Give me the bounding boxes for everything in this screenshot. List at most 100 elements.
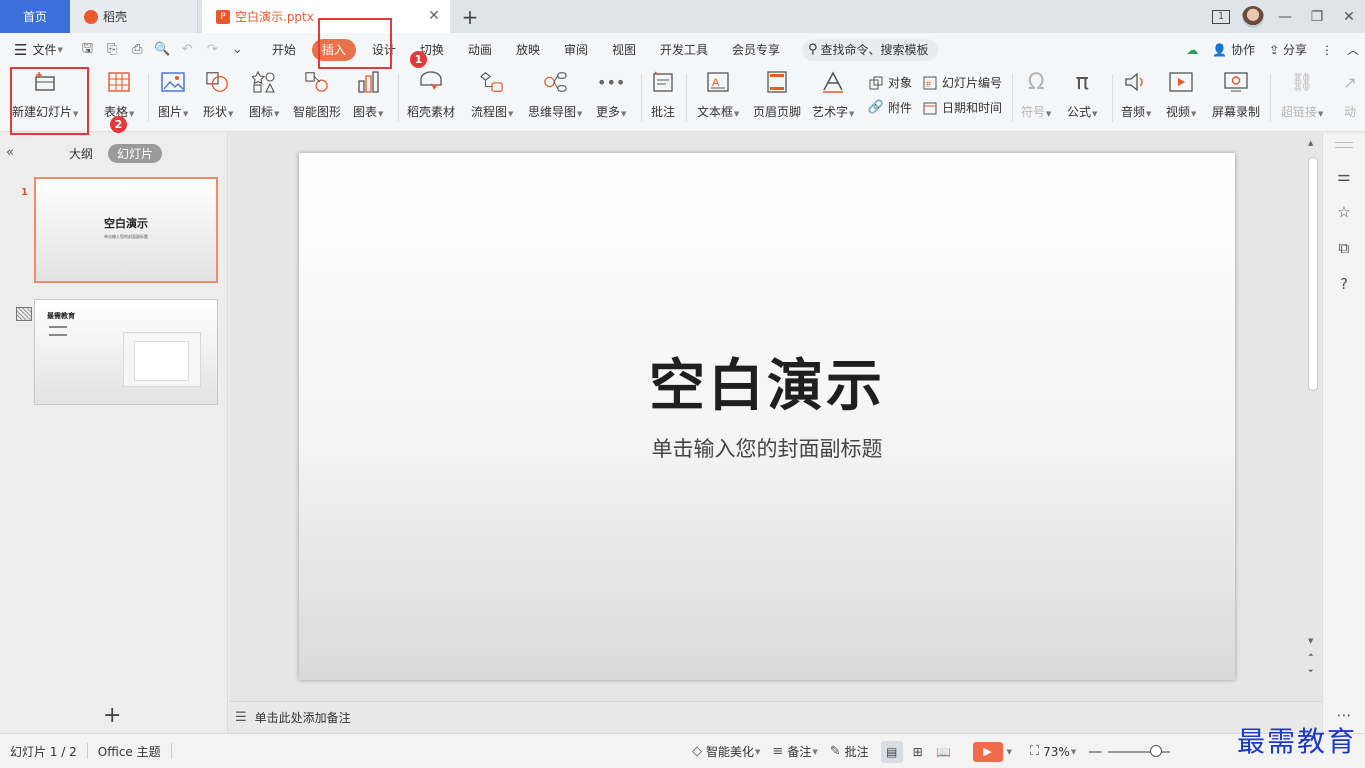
play-slideshow-button[interactable]: ▶	[972, 741, 1003, 762]
help-icon[interactable]: ?	[1334, 274, 1354, 294]
new-tab-button[interactable]: +	[450, 0, 490, 33]
previous-slide-icon[interactable]: ⏶	[1308, 651, 1314, 660]
chart-button[interactable]: 图表▼	[353, 70, 383, 120]
symbol-label: 符号	[1021, 105, 1046, 119]
smart-graphic-button[interactable]: 智能图形	[293, 70, 341, 120]
slide-subtitle-placeholder[interactable]: 单击输入您的封面副标题	[299, 433, 1235, 463]
share-button[interactable]: ⇪ 分享	[1269, 41, 1307, 58]
audio-button[interactable]: 音频▼	[1121, 70, 1151, 120]
user-avatar[interactable]	[1237, 0, 1269, 33]
save-icon[interactable]: 🖫	[75, 39, 100, 61]
action-button[interactable]: ↗ 动	[1338, 70, 1362, 120]
screen-record-button[interactable]: 屏幕录制	[1212, 70, 1260, 120]
slide-thumbnail-2[interactable]: 最需教育	[34, 299, 218, 405]
object-icon	[868, 75, 884, 91]
daoke-material-button[interactable]: 稻壳素材	[407, 70, 455, 120]
slideshow-dropdown-icon[interactable]: ▼	[1007, 748, 1012, 756]
redo-icon[interactable]: ↷	[200, 42, 225, 57]
icon-button[interactable]: 图标▼	[249, 70, 279, 120]
collapse-ribbon-icon[interactable]: ︿	[1347, 41, 1359, 58]
table-button[interactable]: 表格▼	[104, 70, 134, 120]
video-button[interactable]: 视频▼	[1166, 70, 1196, 120]
more-button[interactable]: ••• 更多▼	[596, 70, 626, 120]
drag-handle-icon[interactable]	[1335, 142, 1353, 148]
close-tab-icon[interactable]: ✕	[426, 8, 442, 24]
object-button[interactable]: 对象	[868, 74, 912, 91]
close-window-button[interactable]: ✕	[1333, 0, 1365, 33]
tab-home[interactable]: 首页	[0, 0, 70, 33]
tab-outline[interactable]: 大纲	[69, 144, 93, 163]
vertical-scrollbar[interactable]: ▲ ▼ ⏶ ⏷	[1306, 133, 1318, 701]
shape-button[interactable]: 形状▼	[203, 70, 233, 120]
header-footer-button[interactable]: 页眉页脚	[753, 70, 801, 120]
zoom-slider-knob[interactable]	[1150, 744, 1163, 757]
command-search-input[interactable]: ⚲ 查找命令、搜索模板	[802, 38, 939, 61]
current-slide[interactable]: 空白演示 单击输入您的封面副标题	[299, 153, 1235, 680]
right-side-toolbar: ⚌ ☆ ⧉ ? ⋯	[1322, 133, 1365, 733]
next-slide-icon[interactable]: ⏷	[1308, 667, 1314, 676]
attachment-button[interactable]: 🔗 附件	[868, 99, 912, 116]
thumbnail-screenshot-image	[123, 332, 201, 387]
tab-review[interactable]: 审阅	[552, 39, 600, 61]
file-menu[interactable]: ☰ 文件 ▼	[14, 41, 63, 59]
slide-switch-icon[interactable]: ⧉	[1334, 238, 1354, 258]
print-icon[interactable]: ⎙	[125, 42, 150, 57]
pin-icon[interactable]: ☆	[1334, 202, 1354, 222]
window-count-badge: 1	[1212, 9, 1230, 24]
notes-toggle-button[interactable]: ≡ 备注 ▼	[772, 743, 817, 760]
properties-icon[interactable]: ⚌	[1334, 166, 1354, 186]
slide-title-placeholder[interactable]: 空白演示	[299, 341, 1235, 422]
minimize-button[interactable]: —	[1269, 0, 1301, 33]
scroll-up-icon[interactable]: ▲	[1308, 139, 1313, 147]
tab-slideshow[interactable]: 放映	[504, 39, 552, 61]
symbol-button[interactable]: Ω 符号▼	[1021, 70, 1051, 120]
wordart-button[interactable]: 艺术字▼	[812, 70, 854, 120]
zoom-fit-button[interactable]: ⛶ 73% ▼	[1030, 744, 1076, 759]
smart-beautify-button[interactable]: ◇ 智能美化 ▼	[692, 743, 760, 760]
collaborate-button[interactable]: 👤 协作	[1212, 41, 1255, 58]
slide-thumbnail-1[interactable]: 空白演示 单击输入您的封面副标题	[34, 177, 218, 283]
normal-view-icon: ▤	[885, 744, 898, 759]
zoom-slider[interactable]	[1108, 744, 1171, 757]
formula-button[interactable]: π 公式▼	[1067, 70, 1097, 120]
screen-record-label: 屏幕录制	[1212, 105, 1261, 119]
flowchart-button[interactable]: 流程图▼	[471, 70, 513, 120]
tab-member[interactable]: 会员专享	[720, 39, 792, 61]
undo-icon[interactable]: ↶	[175, 42, 200, 57]
more-options-icon[interactable]: ⋮	[1321, 43, 1333, 57]
add-slide-button[interactable]: +	[103, 703, 121, 728]
scroll-down-icon[interactable]: ▼	[1308, 637, 1313, 645]
tab-view[interactable]: 视图	[600, 39, 648, 61]
comments-toggle-button[interactable]: ✎ 批注	[830, 743, 869, 760]
customize-dropdown-icon[interactable]: ⌄	[225, 42, 250, 57]
format-painter-icon[interactable]: ⎘	[100, 42, 125, 57]
tab-developer[interactable]: 开发工具	[648, 39, 720, 61]
tab-start[interactable]: 开始	[260, 39, 308, 61]
cloud-sync-icon[interactable]: ☁	[1186, 43, 1198, 57]
slide-sorter-button[interactable]: ⊞	[907, 741, 929, 763]
normal-view-button[interactable]: ▤	[880, 740, 903, 763]
zoom-out-icon[interactable]: —	[1088, 744, 1102, 760]
notes-area[interactable]: ☰ 单击此处添加备注	[229, 701, 1322, 733]
date-time-button[interactable]: 日期和时间	[922, 99, 1002, 116]
tab-daoke[interactable]: 稻壳	[70, 0, 198, 33]
title-tab-bar: 首页 稻壳 P 空白演示.pptx ✕ + 1 — ❐ ✕	[0, 0, 1365, 33]
restore-button[interactable]: ❐	[1301, 0, 1333, 33]
tab-slides[interactable]: 幻灯片	[108, 144, 163, 163]
picture-button[interactable]: 图片▼	[158, 70, 188, 120]
grid-view-icon: ⊞	[912, 744, 923, 759]
reading-view-button[interactable]: 📖	[933, 741, 955, 763]
textbox-button[interactable]: A 文本框▼	[697, 70, 739, 120]
mindmap-button[interactable]: 思维导图▼	[528, 70, 582, 120]
tab-animation[interactable]: 动画	[456, 39, 504, 61]
hyperlink-button[interactable]: ⛓ 超链接▼	[1281, 70, 1323, 120]
slide-number-button[interactable]: # 幻灯片编号	[922, 74, 1002, 91]
print-preview-icon[interactable]: 🔍	[150, 42, 175, 57]
window-count-button[interactable]: 1	[1205, 0, 1237, 33]
avatar-icon	[1242, 5, 1264, 28]
comment-button[interactable]: 批注	[651, 70, 675, 120]
screen-record-icon	[1224, 70, 1248, 94]
collapse-panel-icon[interactable]: «	[6, 145, 14, 160]
chevron-down-icon: ▼	[57, 45, 63, 54]
scrollbar-thumb[interactable]	[1308, 157, 1318, 391]
